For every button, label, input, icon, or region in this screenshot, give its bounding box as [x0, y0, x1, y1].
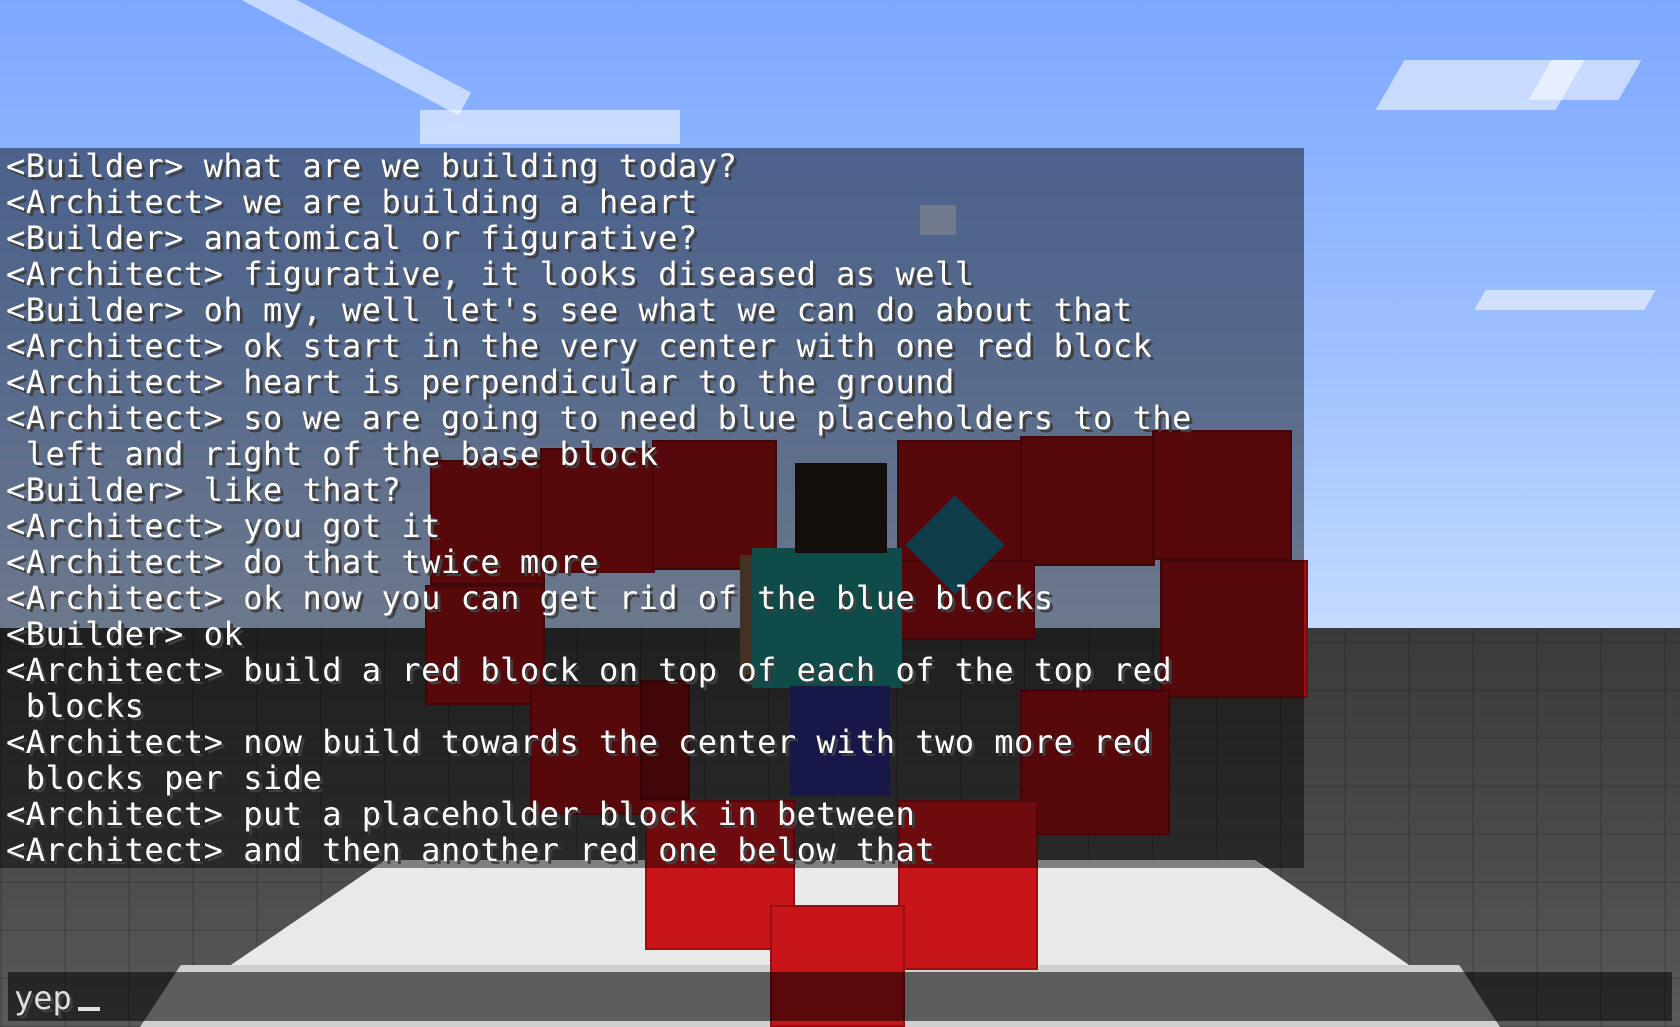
text-cursor [77, 1007, 100, 1011]
chat-message: <Architect> put a placeholder block in b… [6, 795, 916, 833]
chat-message: <Architect> so we are going to need blue… [6, 399, 1192, 437]
chat-input-value[interactable]: yep [14, 978, 100, 1018]
chat-message: <Architect> figurative, it looks disease… [6, 255, 975, 293]
chat-message: <Architect> ok start in the very center … [6, 327, 1153, 365]
chat-message: <Builder> anatomical or figurative? [6, 219, 698, 257]
chat-message: <Architect> and then another red one bel… [6, 831, 935, 869]
chat-message: <Architect> you got it [6, 507, 441, 545]
cloud [420, 110, 680, 144]
chat-input-text: yep [14, 979, 72, 1017]
chat-message-continuation: blocks per side [6, 759, 323, 797]
cloud [1474, 290, 1656, 310]
chat-message: <Builder> oh my, well let's see what we … [6, 291, 1133, 329]
chat-message: <Builder> ok [6, 615, 244, 653]
chat-input-field[interactable] [8, 972, 1672, 1021]
chat-message: <Architect> build a red block on top of … [6, 651, 1173, 689]
chat-message-continuation: blocks [6, 687, 145, 725]
chat-message: <Architect> heart is perpendicular to th… [6, 363, 955, 401]
chat-message: <Architect> do that twice more [6, 543, 599, 581]
chat-message-continuation: left and right of the base block [6, 435, 659, 473]
chat-log: <Builder> what are we building today? <A… [6, 148, 1304, 868]
chat-message: <Builder> what are we building today? [6, 147, 738, 185]
chat-message: <Architect> ok now you can get rid of th… [6, 579, 1054, 617]
chat-message: <Builder> like that? [6, 471, 402, 509]
chat-message: <Architect> we are building a heart [6, 183, 698, 221]
chat-message: <Architect> now build towards the center… [6, 723, 1153, 761]
